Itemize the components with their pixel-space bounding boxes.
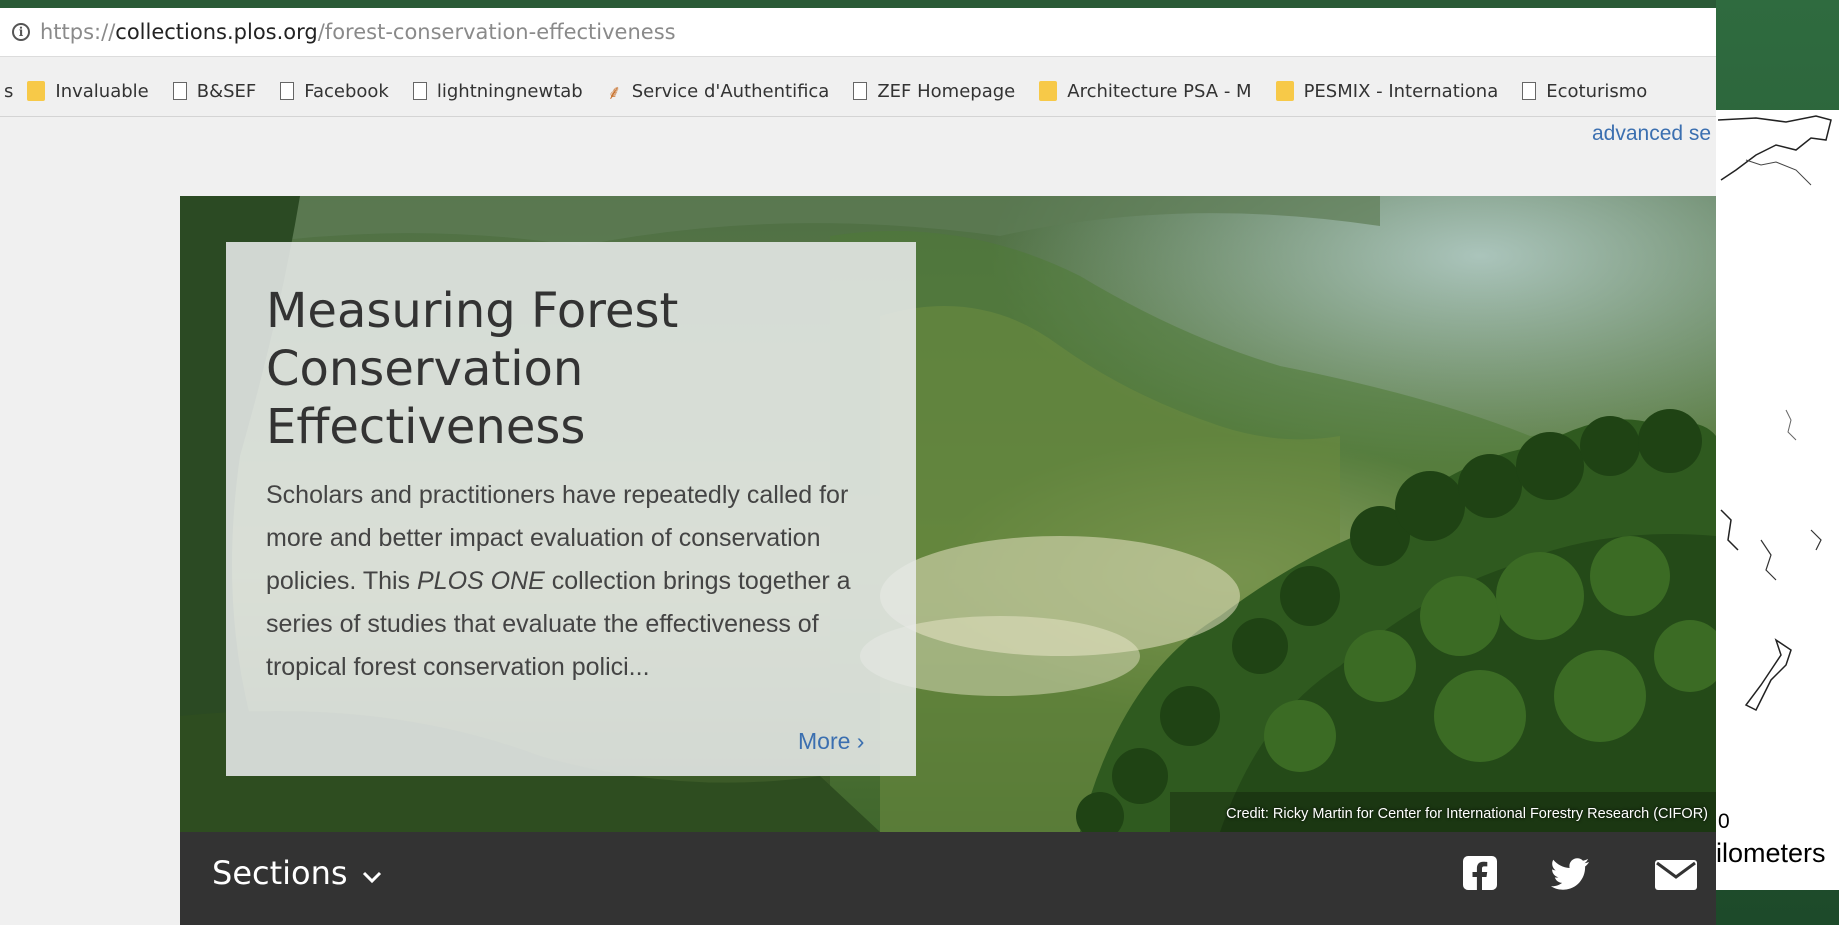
hero-card: Measuring Forest Conservation Effectiven… (226, 242, 916, 776)
more-link[interactable]: More › (798, 728, 864, 755)
sections-bar: Sections (180, 832, 1716, 925)
chevron-down-icon (362, 854, 382, 892)
journal-name: PLOS ONE (417, 567, 545, 595)
bookmark-label: Architecture PSA - M (1067, 80, 1252, 102)
url-path: /forest-conservation-effectiveness (317, 20, 676, 44)
bookmark-label: Facebook (304, 80, 389, 102)
browser-window: i https://collections.plos.org/forest-co… (0, 8, 1716, 925)
bookmark-item[interactable]: s (4, 81, 13, 102)
page-title: Measuring Forest Conservation Effectiven… (266, 283, 679, 455)
wheat-icon: ⸙ (606, 79, 622, 104)
bookmark-item[interactable]: PESMIX - Internationa (1275, 80, 1499, 102)
bookmark-label: s (4, 80, 14, 102)
facebook-icon[interactable] (1463, 856, 1497, 895)
map-scale-zero: 0 (1718, 810, 1730, 833)
bookmark-item[interactable]: ⸙ Service d'Authentifica (607, 78, 830, 105)
page-icon (412, 82, 427, 100)
folder-icon (1039, 81, 1058, 101)
url-scheme: https:// (40, 20, 116, 44)
hero-banner: Measuring Forest Conservation Effectiven… (180, 196, 1716, 832)
bookmark-item[interactable]: Ecoturismo (1522, 81, 1647, 102)
email-icon[interactable] (1655, 860, 1697, 895)
bookmark-item[interactable]: Architecture PSA - M (1039, 80, 1252, 102)
folder-icon (1275, 81, 1294, 101)
url-text[interactable]: https://collections.plos.org/forest-cons… (40, 20, 676, 44)
map-fragment (1716, 110, 1839, 890)
bookmark-label: Service d'Authentifica (631, 80, 830, 102)
backdrop-top (0, 0, 1839, 8)
bookmark-label: lightningnewtab (436, 80, 583, 102)
page-icon (853, 82, 868, 100)
image-credit: Credit: Ricky Martin for Center for Inte… (1226, 806, 1708, 822)
bookmarks-bar: s Invaluable B&SEF Facebook lightningnew… (0, 66, 1716, 117)
bookmark-item[interactable]: B&SEF (172, 80, 257, 102)
folder-icon (27, 81, 46, 101)
address-bar[interactable]: i https://collections.plos.org/forest-co… (0, 8, 1716, 57)
sections-label: Sections (212, 854, 348, 892)
bookmark-label: B&SEF (196, 80, 257, 102)
hero-description: Scholars and practitioners have repeated… (266, 474, 866, 689)
page-icon (172, 82, 187, 100)
page-icon (1522, 82, 1537, 100)
map-scale-unit: ilometers (1716, 838, 1826, 868)
bookmark-label: PESMIX - Internationa (1303, 80, 1499, 102)
bookmark-label: Ecoturismo (1546, 80, 1648, 102)
bookmark-label: Invaluable (55, 80, 149, 102)
bookmark-item[interactable]: Facebook (280, 81, 389, 102)
page-icon (280, 82, 295, 100)
url-host: collections.plos.org (115, 20, 318, 44)
twitter-icon[interactable] (1551, 858, 1589, 895)
bookmark-item[interactable]: ZEF Homepage (853, 81, 1015, 102)
advanced-search-link[interactable]: advanced se (1592, 122, 1711, 146)
bookmark-label: ZEF Homepage (877, 80, 1016, 102)
bookmark-item[interactable]: Invaluable (27, 80, 149, 102)
info-icon[interactable]: i (12, 23, 30, 41)
bookmark-item[interactable]: lightningnewtab (412, 80, 583, 102)
sections-dropdown[interactable]: Sections (212, 854, 382, 892)
